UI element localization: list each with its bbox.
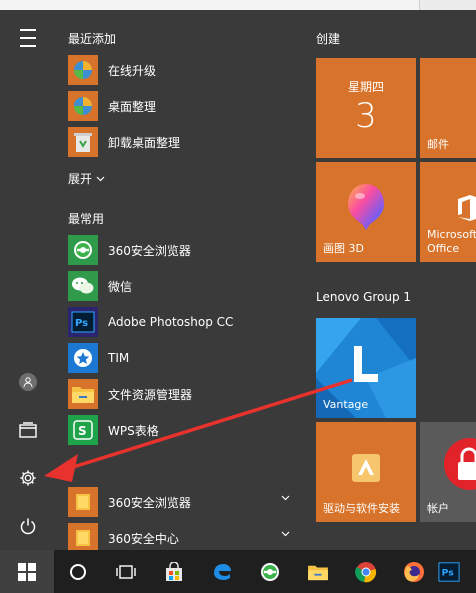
power-button[interactable]	[8, 506, 48, 546]
driver-install-tile[interactable]: 驱动与软件安装	[316, 422, 416, 522]
settings-button[interactable]	[8, 458, 48, 498]
driver-install-icon	[352, 454, 380, 482]
wechat-icon	[68, 271, 98, 301]
power-icon	[20, 518, 36, 535]
svg-text:S: S	[78, 424, 87, 438]
svg-text:Ps: Ps	[442, 567, 455, 578]
paint3d-label: 画图 3D	[323, 242, 364, 255]
account-tile[interactable]: 帐户	[420, 422, 476, 522]
expand-label: 展开	[68, 172, 93, 186]
calendar-date: 3	[355, 96, 377, 136]
windows-logo-icon	[18, 562, 36, 581]
app-label: WPS表格	[108, 423, 159, 438]
upgrade-app-icon	[68, 55, 98, 85]
app-label: 卸载桌面整理	[108, 135, 181, 150]
taskbar-file-explorer[interactable]	[294, 550, 342, 593]
app-item-wechat[interactable]: 微信	[60, 268, 292, 304]
vantage-tile[interactable]: Vantage	[316, 318, 416, 418]
task-view-icon	[116, 564, 136, 579]
taskbar-360-browser[interactable]	[246, 550, 294, 593]
app-label: 文件资源管理器	[108, 387, 193, 402]
account-lock-icon	[444, 438, 476, 490]
start-rail	[0, 10, 56, 550]
tile-group-create-header: 创建	[316, 32, 341, 46]
app-label: TIM	[108, 351, 130, 365]
documents-icon	[19, 422, 37, 438]
app-item-360-browser[interactable]: 360安全浏览器	[60, 232, 292, 268]
paint3d-tile[interactable]: 画图 3D	[316, 162, 416, 262]
folder-item-360-browser[interactable]: 360安全浏览器	[60, 484, 292, 520]
office-tile[interactable]: Microsoft Office	[420, 162, 476, 262]
task-view-button[interactable]	[102, 550, 150, 593]
file-explorer-icon	[308, 565, 328, 580]
office-icon	[458, 195, 476, 221]
chevron-down-icon	[96, 176, 105, 181]
expand-button[interactable]: 展开	[68, 170, 105, 187]
chrome-icon	[355, 561, 377, 582]
chevron-down-icon	[281, 531, 290, 537]
user-account-button[interactable]	[8, 362, 48, 402]
file-explorer-icon	[68, 379, 98, 409]
chevron-down-icon	[281, 495, 290, 501]
documents-button[interactable]	[8, 410, 48, 450]
360-browser-icon	[261, 562, 279, 581]
background-window-edge	[0, 0, 476, 10]
mail-label: 邮件	[427, 138, 449, 151]
app-label: 360安全浏览器	[108, 243, 191, 258]
photoshop-icon: Ps	[438, 561, 460, 582]
taskbar-photoshop[interactable]: Ps	[438, 550, 466, 593]
cortana-button[interactable]	[54, 550, 102, 593]
taskbar-firefox[interactable]	[390, 550, 438, 593]
uninstall-app-icon	[68, 127, 98, 157]
frequent-header: 最常用	[68, 212, 105, 226]
cortana-circle-icon	[70, 563, 86, 580]
organizer-app-icon	[68, 91, 98, 121]
app-label: 微信	[108, 279, 133, 294]
wps-sheets-icon: S	[68, 415, 98, 445]
vantage-logo-icon	[354, 346, 378, 382]
folder-icon	[68, 487, 98, 517]
paint3d-icon	[348, 184, 384, 230]
office-label: Microsoft Office	[427, 228, 476, 255]
app-label: 360安全浏览器	[108, 495, 191, 510]
mail-tile[interactable]: 邮件	[420, 58, 476, 158]
store-button[interactable]	[150, 550, 198, 593]
tim-icon	[68, 343, 98, 373]
app-item-file-explorer[interactable]: 文件资源管理器	[60, 376, 292, 412]
app-label: 360安全中心	[108, 531, 179, 546]
taskbar: Ps	[0, 550, 476, 593]
folder-icon	[68, 523, 98, 553]
taskbar-chrome[interactable]	[342, 550, 390, 593]
user-icon	[19, 373, 37, 391]
calendar-tile[interactable]: 星期四 3	[316, 58, 416, 158]
svg-text:Ps: Ps	[75, 318, 88, 329]
app-item-desktop-organizer[interactable]: 桌面整理	[60, 88, 292, 124]
edge-button[interactable]	[198, 550, 246, 593]
app-item-uninstall-organizer[interactable]: 卸载桌面整理	[60, 124, 292, 160]
gear-icon	[20, 470, 36, 486]
hamburger-icon[interactable]	[8, 18, 48, 58]
store-bag-icon	[166, 561, 182, 581]
app-label: 在线升级	[108, 63, 157, 78]
app-item-tim[interactable]: TIM	[60, 340, 292, 376]
windows-start-button[interactable]	[0, 550, 54, 593]
calendar-day: 星期四	[347, 80, 384, 94]
app-label: 桌面整理	[108, 99, 157, 114]
app-item-wps-sheets[interactable]: S WPS表格	[60, 412, 292, 448]
app-label: Adobe Photoshop CC	[108, 315, 234, 329]
background-window-pane	[0, 0, 420, 10]
edge-icon	[214, 563, 231, 580]
driver-label: 驱动与软件安装	[323, 502, 400, 515]
tile-group-lenovo-header: Lenovo Group 1	[316, 290, 412, 304]
account-label: 帐户	[427, 502, 449, 515]
photoshop-icon: Ps	[68, 307, 98, 337]
vantage-label: Vantage	[323, 398, 369, 411]
360-browser-icon	[68, 235, 98, 265]
recent-header: 最近添加	[68, 32, 117, 46]
app-item-online-upgrade[interactable]: 在线升级	[60, 52, 292, 88]
app-item-photoshop[interactable]: Ps Adobe Photoshop CC	[60, 304, 292, 340]
firefox-icon	[404, 561, 424, 582]
